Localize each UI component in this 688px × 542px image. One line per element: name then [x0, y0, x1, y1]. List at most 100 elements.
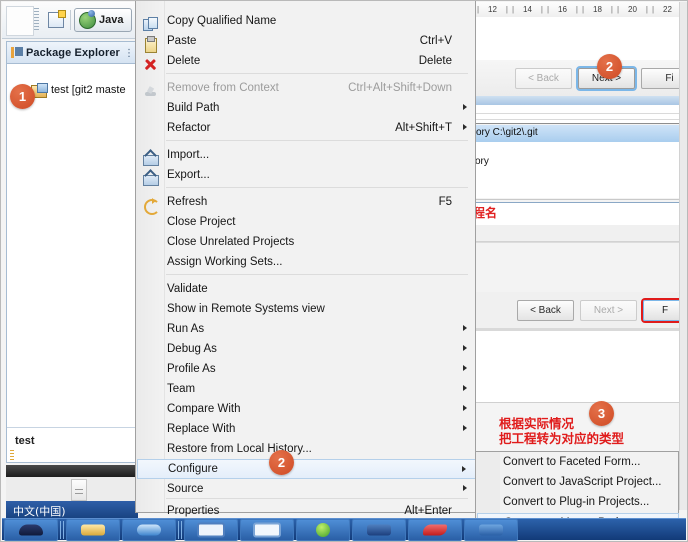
package-explorer-title: Package Explorer: [26, 46, 120, 59]
taskbar-item[interactable]: [408, 518, 462, 541]
menu-item-label: Close Unrelated Projects: [167, 236, 295, 248]
toolbar-left-well: [6, 6, 34, 36]
submenu-item-convert-to-javascript-project[interactable]: Convert to JavaScript Project...: [477, 473, 679, 492]
menu-item-close-unrelated-projects[interactable]: Close Unrelated Projects: [137, 232, 476, 252]
wizard-front-content: [475, 17, 686, 61]
menu-item-label: Compare With: [167, 403, 241, 415]
wizard-back-selected-row[interactable]: ory C:\git2\.git: [473, 125, 684, 142]
window-status-strip: [6, 465, 138, 477]
chevron-right-icon: [463, 104, 467, 110]
import-icon: [143, 151, 159, 166]
menu-item-label: Team: [167, 383, 196, 395]
taskbar-item[interactable]: [464, 518, 518, 541]
chevron-right-icon: [463, 405, 467, 411]
chevron-right-icon: [462, 466, 466, 472]
open-perspective-button[interactable]: [44, 8, 68, 32]
menu-separator: [166, 498, 468, 499]
chevron-right-icon: [463, 425, 467, 431]
taskbar-item[interactable]: [240, 518, 294, 541]
menu-item-paste[interactable]: Paste Ctrl+V: [137, 31, 476, 53]
menu-item-accelerator: Alt+Enter: [404, 505, 452, 517]
menu-item-build-path[interactable]: Build Path: [137, 98, 476, 118]
wizard-back-separator: [473, 199, 684, 200]
menu-item-label: Profile As: [167, 363, 216, 375]
delete-icon: [143, 57, 158, 72]
chevron-right-icon: [463, 325, 467, 331]
menu-item-accelerator: Alt+Shift+T: [395, 122, 452, 134]
taskbar-item[interactable]: [4, 518, 58, 541]
wizard-back-red-hint: 程名: [473, 206, 498, 220]
menu-item-label: Run As: [167, 323, 205, 335]
menu-item-refresh[interactable]: Refresh F5: [137, 192, 476, 215]
submenu-item-label: Convert to Plug-in Projects...: [503, 496, 650, 508]
wizard-back-back-button[interactable]: < Back: [517, 300, 574, 321]
java-perspective-button[interactable]: Java: [74, 8, 132, 32]
menu-item-label: Show in Remote Systems view: [167, 303, 325, 315]
menu-separator: [166, 187, 468, 188]
editor-divider: [475, 119, 686, 120]
refresh-icon: [143, 197, 160, 215]
menu-item-refactor[interactable]: Refactor Alt+Shift+T: [137, 118, 476, 138]
menu-item-label: Replace With: [167, 423, 236, 435]
ruler-tick: 20: [615, 2, 650, 17]
menu-item-close-project[interactable]: Close Project: [137, 212, 476, 232]
taskbar-divider: [178, 520, 182, 539]
menu-item-source[interactable]: Source: [137, 479, 476, 499]
toolbar-grip[interactable]: [34, 8, 39, 32]
menu-separator: [166, 73, 468, 74]
package-explorer-tab[interactable]: Package Explorer ⋮: [7, 42, 137, 64]
menu-item-label: Assign Working Sets...: [167, 256, 283, 268]
menu-item-team[interactable]: Team: [137, 379, 476, 399]
menu-item-label: Configure: [168, 463, 218, 475]
screenshot-root: Java GIT Package Explorer ⋮ test [git2 m…: [0, 0, 688, 542]
ruler-tick: 14: [510, 2, 545, 17]
menu-item-assign-working-sets[interactable]: Assign Working Sets...: [137, 252, 476, 272]
menu-item-debug-as[interactable]: Debug As: [137, 339, 476, 359]
taskbar-item[interactable]: [66, 518, 120, 541]
ruler-tick: 16: [545, 2, 580, 17]
chevron-right-icon: [463, 385, 467, 391]
ime-language-label: 中文(中国): [13, 504, 66, 518]
taskbar-item[interactable]: [184, 518, 238, 541]
menu-item-configure[interactable]: Configure: [137, 459, 476, 479]
menu-item-accelerator: Ctrl+Alt+Shift+Down: [348, 82, 452, 94]
menu-item-label: Source: [167, 483, 204, 495]
menu-item-compare-with[interactable]: Compare With: [137, 399, 476, 419]
open-perspective-icon: [48, 10, 66, 28]
menu-item-label: Export...: [167, 169, 210, 181]
view-menu-icon[interactable]: ⋮: [124, 48, 135, 59]
taskbar-item[interactable]: [296, 518, 350, 541]
chevron-right-icon: [463, 365, 467, 371]
wizard-back-selected-path: ory C:\git2\.git: [476, 127, 538, 138]
wizard-back-text-field[interactable]: [473, 202, 684, 226]
java-perspective-label: Java: [99, 14, 124, 26]
menu-item-restore-from-local-history[interactable]: Restore from Local History...: [137, 439, 476, 459]
wizard-front-back-button[interactable]: < Back: [515, 68, 572, 89]
annotation-badge-3: 3: [589, 401, 614, 426]
scrollbar-thumb[interactable]: [71, 479, 87, 501]
taskbar-item[interactable]: [352, 518, 406, 541]
menu-separator: [166, 274, 468, 275]
menu-item-replace-with[interactable]: Replace With: [137, 419, 476, 439]
footer-project-name: test: [15, 435, 35, 447]
editor-ruler: 12 14 16 18 20 22 24: [475, 2, 686, 18]
menu-item-import[interactable]: Import...: [137, 145, 476, 166]
menu-item-delete[interactable]: Delete Delete: [137, 51, 476, 71]
ruler-tick: 12: [475, 2, 510, 17]
submenu-item-convert-to-plugin-projects[interactable]: Convert to Plug-in Projects...: [477, 493, 679, 512]
menu-item-profile-as[interactable]: Profile As: [137, 359, 476, 379]
menu-item-show-in-remote-systems-view[interactable]: Show in Remote Systems view: [137, 299, 476, 319]
menu-item-label: Close Project: [167, 216, 236, 228]
package-explorer-tree[interactable]: test [git2 maste: [7, 65, 137, 428]
menu-item-export[interactable]: Export...: [137, 165, 476, 186]
menu-item-label: Refactor: [167, 122, 211, 134]
menu-item-validate[interactable]: Validate: [137, 279, 476, 299]
tree-item-project[interactable]: test [git2 maste: [31, 83, 126, 98]
wizard-back-next-button[interactable]: Next >: [580, 300, 637, 321]
menu-item-copy-qualified-name[interactable]: Copy Qualified Name: [137, 11, 476, 31]
submenu-item-convert-to-faceted-form[interactable]: Convert to Faceted Form...: [477, 453, 679, 472]
taskbar-item[interactable]: [122, 518, 176, 541]
wizard-back-body: [473, 242, 684, 293]
menu-item-run-as[interactable]: Run As: [137, 319, 476, 339]
annotation-badge-2-next: 2: [597, 54, 622, 79]
